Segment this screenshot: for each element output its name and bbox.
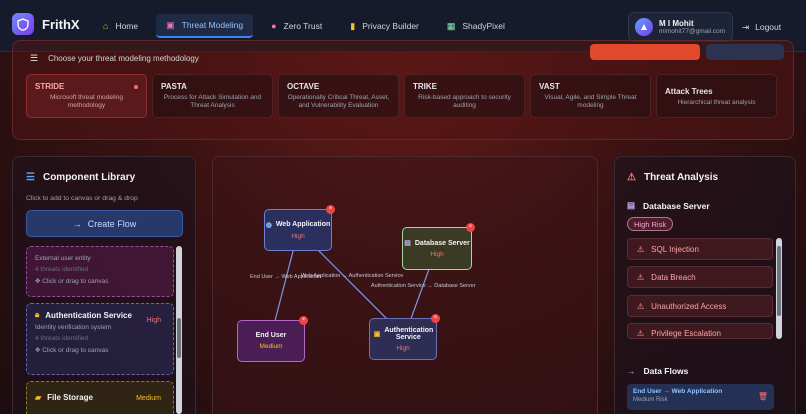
node-authentication-service[interactable]: ▣ Authentication Service High ×: [369, 314, 440, 360]
edge-label: Web Application → Authentication Service: [301, 273, 404, 279]
delete-node-icon[interactable]: ×: [431, 314, 440, 323]
node-risk: Medium: [259, 343, 283, 350]
node-web-application[interactable]: ◍ Web Application High ×: [264, 205, 335, 251]
node-risk: High: [396, 344, 410, 352]
threat-item[interactable]: ⚠︎ SQL Injection: [627, 238, 773, 260]
threat-item[interactable]: ⚠︎ Data Breach: [627, 266, 773, 288]
warning-icon: ⚠︎: [637, 244, 645, 254]
scrollbar-thumb[interactable]: [777, 246, 781, 316]
warning-icon: ⚠︎: [627, 172, 636, 183]
threat-item[interactable]: ⚠︎ Privilege Escalation: [627, 323, 773, 339]
server-icon: ▤: [404, 240, 411, 247]
node-risk: High: [430, 251, 444, 258]
delete-node-icon[interactable]: ×: [466, 223, 475, 232]
edge-label: Authentication Service → Database Server: [371, 283, 476, 289]
node-database-server[interactable]: ▤ Database Server High ×: [402, 223, 475, 270]
flow-risk: Medium Risk: [633, 397, 668, 403]
warning-icon: ⚠︎: [637, 272, 645, 282]
node-end-user[interactable]: End User Medium ×: [237, 316, 308, 362]
delete-node-icon[interactable]: ×: [299, 316, 308, 325]
data-flow-item[interactable]: End User → Web Application Medium Risk 🗑…: [627, 384, 774, 410]
risk-badge: High Risk: [627, 217, 674, 231]
selected-component-title: ▤ Database Server: [627, 200, 710, 211]
delete-node-icon[interactable]: ×: [326, 205, 335, 214]
delete-flow-icon[interactable]: 🗑︎: [758, 392, 768, 401]
threat-analysis-title: ⚠︎ Threat Analysis: [627, 172, 719, 183]
lock-icon: ▣: [373, 330, 381, 338]
threat-list-scrollbar[interactable]: [776, 238, 782, 339]
warning-icon: ⚠︎: [637, 301, 645, 311]
threat-item[interactable]: ⚠︎ Unauthorized Access: [627, 295, 773, 317]
server-icon: ▤: [627, 200, 636, 210]
flow-label: End User → Web Application: [633, 388, 723, 395]
warning-icon: ⚠︎: [637, 329, 645, 338]
arrow-right-icon: →: [627, 366, 636, 376]
globe-icon: ◍: [265, 221, 272, 229]
data-flows-title: → Data Flows: [627, 366, 689, 376]
node-risk: High: [291, 232, 305, 240]
